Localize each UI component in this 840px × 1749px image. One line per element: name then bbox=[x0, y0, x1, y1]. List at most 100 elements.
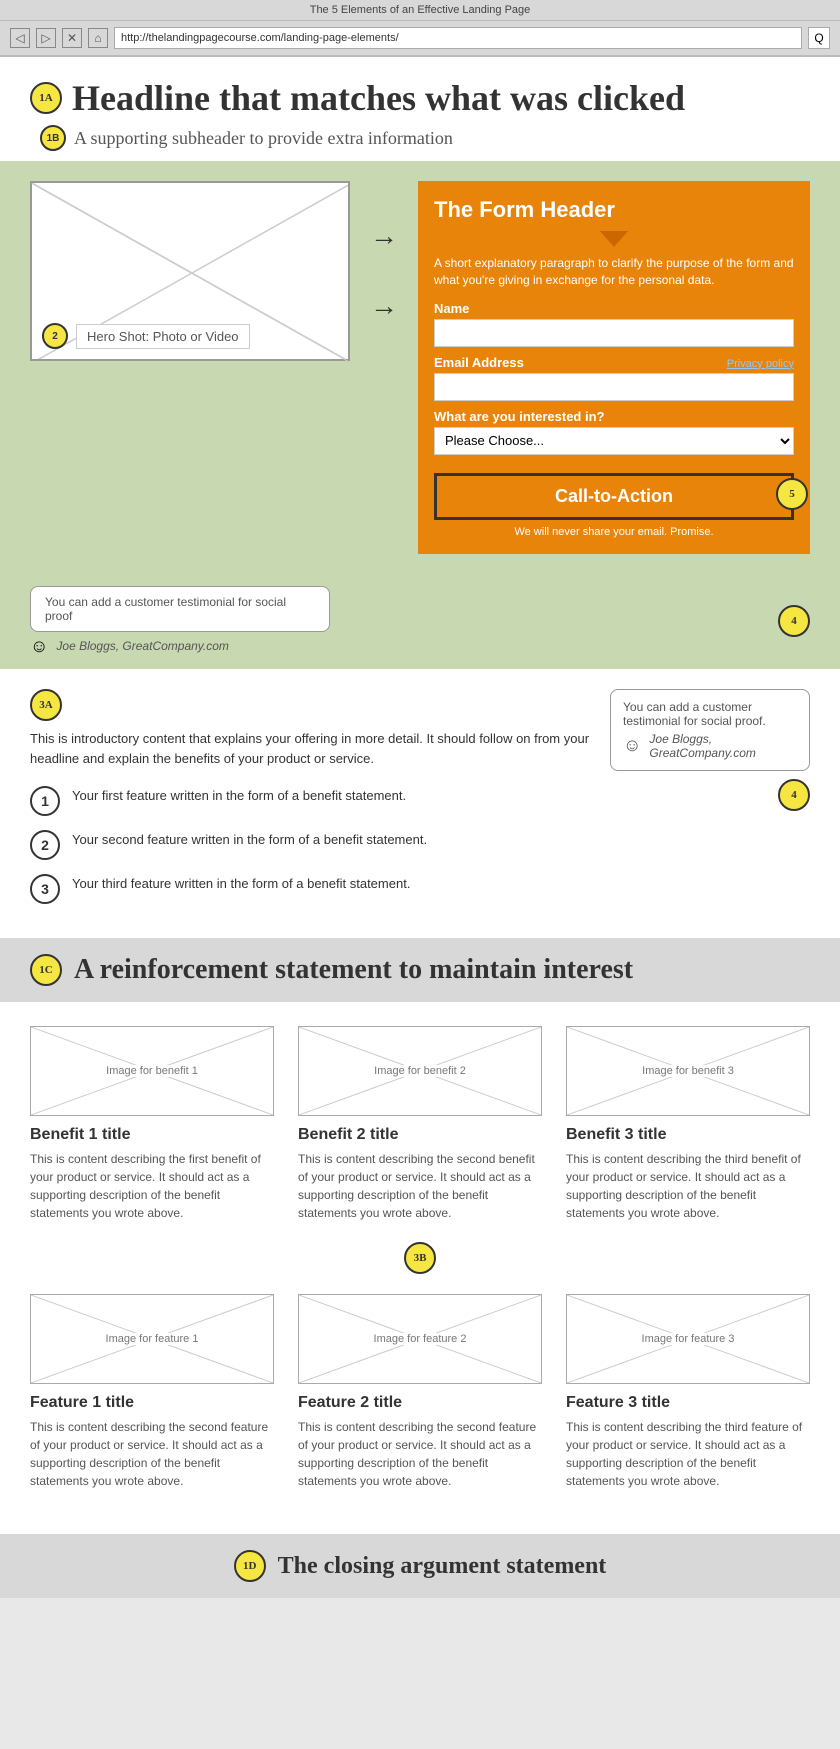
benefit-title-3: Benefit 3 title bbox=[566, 1126, 810, 1144]
arrow-right-bottom: → bbox=[370, 290, 398, 322]
email-field-row: Email Address Privacy policy bbox=[434, 355, 794, 373]
interest-label: What are you interested in? bbox=[434, 409, 794, 424]
badge-5: 5 bbox=[776, 478, 808, 510]
content-left: 3A This is introductory content that exp… bbox=[30, 689, 590, 919]
arrow-right-top: → bbox=[370, 220, 398, 252]
form-triangle bbox=[600, 231, 628, 247]
badge-4-first: 4 bbox=[778, 605, 810, 637]
hero-image-box: 2 Hero Shot: Photo or Video bbox=[30, 181, 350, 361]
browser-search-button[interactable]: Q bbox=[808, 27, 830, 49]
badge-3a: 3A bbox=[30, 689, 62, 721]
content-right: You can add a customer testimonial for s… bbox=[610, 689, 810, 919]
testimonial-bubble-2: You can add a customer testimonial for s… bbox=[610, 689, 810, 771]
testimonial-band-1: You can add a customer testimonial for s… bbox=[0, 574, 840, 669]
benefit-image-label-1: Image for benefit 1 bbox=[102, 1065, 202, 1077]
url-input[interactable] bbox=[114, 27, 802, 49]
intro-text: This is introductory content that explai… bbox=[30, 729, 590, 771]
hero-arrows: → → bbox=[370, 181, 398, 361]
feature-text-1: Your first feature written in the form o… bbox=[72, 786, 406, 806]
browser-title-bar: The 5 Elements of an Effective Landing P… bbox=[0, 0, 840, 21]
browser-title: The 5 Elements of an Effective Landing P… bbox=[310, 4, 531, 16]
feature-image-label-1: Image for feature 1 bbox=[102, 1333, 203, 1345]
privacy-link[interactable]: Privacy policy bbox=[727, 358, 794, 370]
back-button[interactable]: ◁ bbox=[10, 28, 30, 48]
badge-2: 2 bbox=[42, 323, 68, 349]
testimonial-text-1: You can add a customer testimonial for s… bbox=[45, 595, 286, 623]
email-field: Email Address Privacy policy bbox=[434, 355, 794, 401]
testimonial-text-2: You can add a customer testimonial for s… bbox=[623, 700, 766, 728]
cta-wrapper: Call-to-Action 5 bbox=[434, 463, 794, 526]
benefit-card-2: Image for benefit 2 Benefit 2 title This… bbox=[298, 1026, 542, 1222]
cta-button[interactable]: Call-to-Action bbox=[434, 473, 794, 520]
hero-label: Hero Shot: Photo or Video bbox=[76, 324, 250, 349]
form-box: The Form Header A short explanatory para… bbox=[418, 181, 810, 554]
feature-text-2: Your second feature written in the form … bbox=[72, 830, 427, 850]
close-button[interactable]: ✕ bbox=[62, 28, 82, 48]
badge-1d: 1D bbox=[234, 1550, 266, 1582]
testimonial-person-name-2: Joe Bloggs, GreatCompany.com bbox=[649, 732, 797, 760]
interest-select[interactable]: Please Choose... bbox=[434, 427, 794, 455]
benefit-desc-2: This is content describing the second be… bbox=[298, 1150, 542, 1222]
hero-label-row: 2 Hero Shot: Photo or Video bbox=[42, 323, 250, 349]
feature-desc-3: This is content describing the third fea… bbox=[566, 1418, 810, 1490]
benefit-image-label-3: Image for benefit 3 bbox=[638, 1065, 738, 1077]
feature-image-1: Image for feature 1 bbox=[30, 1294, 274, 1384]
feature-item-3: 3 Your third feature written in the form… bbox=[30, 874, 590, 904]
testimonial-person-name-1: Joe Bloggs, GreatCompany.com bbox=[56, 639, 229, 653]
browser-controls: ◁ ▷ ✕ ⌂ Q bbox=[0, 21, 840, 57]
testimonial-person-1: ☺ Joe Bloggs, GreatCompany.com bbox=[30, 636, 330, 657]
badge-1c: 1C bbox=[30, 954, 62, 986]
subheader-row: 1B A supporting subheader to provide ext… bbox=[30, 125, 810, 151]
features-grid: Image for feature 1 Feature 1 title This… bbox=[30, 1294, 810, 1490]
content-section: 3A This is introductory content that exp… bbox=[0, 669, 840, 939]
page-headline: Headline that matches what was clicked bbox=[72, 77, 685, 119]
headline-row: 1A Headline that matches what was clicke… bbox=[30, 77, 810, 119]
hero-section: 2 Hero Shot: Photo or Video → → The Form… bbox=[0, 161, 840, 574]
forward-button[interactable]: ▷ bbox=[36, 28, 56, 48]
reinforcement-text: A reinforcement statement to maintain in… bbox=[74, 954, 633, 986]
email-label: Email Address bbox=[434, 355, 524, 370]
feature-card-3: Image for feature 3 Feature 3 title This… bbox=[566, 1294, 810, 1490]
feature-item-2: 2 Your second feature written in the for… bbox=[30, 830, 590, 860]
benefit-image-1: Image for benefit 1 bbox=[30, 1026, 274, 1116]
benefit-image-label-2: Image for benefit 2 bbox=[370, 1065, 470, 1077]
feature-image-label-2: Image for feature 2 bbox=[370, 1333, 471, 1345]
email-input[interactable] bbox=[434, 373, 794, 401]
badge-4-second-wrapper: 4 bbox=[610, 779, 810, 811]
home-button[interactable]: ⌂ bbox=[88, 28, 108, 48]
testimonial-bubble-1: You can add a customer testimonial for s… bbox=[30, 586, 330, 632]
testimonial-person-2: ☺ Joe Bloggs, GreatCompany.com bbox=[623, 732, 797, 760]
form-desc: A short explanatory paragraph to clarify… bbox=[434, 255, 794, 289]
badge-4-second: 4 bbox=[778, 779, 810, 811]
feature-list: 1 Your first feature written in the form… bbox=[30, 786, 590, 904]
feature-desc-2: This is content describing the second fe… bbox=[298, 1418, 542, 1490]
benefit-title-1: Benefit 1 title bbox=[30, 1126, 274, 1144]
feature-card-1: Image for feature 1 Feature 1 title This… bbox=[30, 1294, 274, 1490]
badge-1a: 1A bbox=[30, 82, 62, 114]
benefit-desc-1: This is content describing the first ben… bbox=[30, 1150, 274, 1222]
smiley-icon-1: ☺ bbox=[30, 636, 48, 657]
feature-num-3: 3 bbox=[30, 874, 60, 904]
smiley-icon-2: ☺ bbox=[623, 735, 641, 756]
name-label: Name bbox=[434, 301, 794, 316]
closing-section: 1D The closing argument statement bbox=[0, 1534, 840, 1598]
badge-3b: 3B bbox=[404, 1242, 436, 1274]
header-section: 1A Headline that matches what was clicke… bbox=[0, 57, 840, 161]
feature-item-1: 1 Your first feature written in the form… bbox=[30, 786, 590, 816]
badge-3a-row: 3A bbox=[30, 689, 590, 721]
form-promise: We will never share your email. Promise. bbox=[434, 526, 794, 538]
benefit-desc-3: This is content describing the third ben… bbox=[566, 1150, 810, 1222]
feature-title-1: Feature 1 title bbox=[30, 1394, 274, 1412]
interest-field: What are you interested in? Please Choos… bbox=[434, 409, 794, 455]
feature-title-2: Feature 2 title bbox=[298, 1394, 542, 1412]
name-input[interactable] bbox=[434, 319, 794, 347]
feature-num-1: 1 bbox=[30, 786, 60, 816]
feature-image-2: Image for feature 2 bbox=[298, 1294, 542, 1384]
feature-text-3: Your third feature written in the form o… bbox=[72, 874, 410, 894]
feature-desc-1: This is content describing the second fe… bbox=[30, 1418, 274, 1490]
subheader-text: A supporting subheader to provide extra … bbox=[74, 128, 453, 149]
page-content: 1A Headline that matches what was clicke… bbox=[0, 57, 840, 1598]
benefit-card-3: Image for benefit 3 Benefit 3 title This… bbox=[566, 1026, 810, 1222]
feature-title-3: Feature 3 title bbox=[566, 1394, 810, 1412]
badge-3b-row: 3B bbox=[30, 1242, 810, 1274]
